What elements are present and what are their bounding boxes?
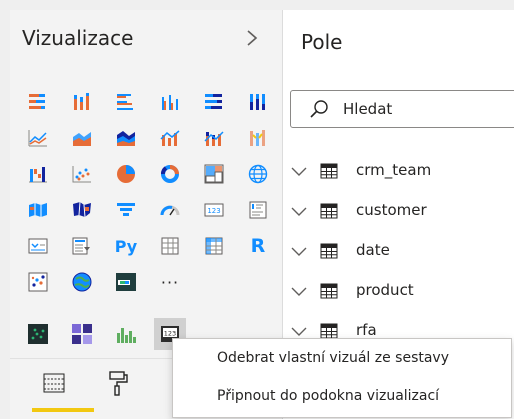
svg-text:123: 123: [207, 207, 220, 215]
more-visuals-icon[interactable]: ···: [156, 268, 184, 296]
custom-heatmap-icon[interactable]: [68, 320, 96, 348]
active-tab-indicator: [32, 408, 94, 412]
format-tab-icon[interactable]: [104, 368, 130, 398]
gauge-icon[interactable]: [156, 196, 184, 224]
custom-visual-icon[interactable]: [112, 268, 140, 296]
chevron-down-icon[interactable]: [290, 205, 308, 217]
table-icon: [320, 163, 338, 179]
treemap-icon[interactable]: [200, 160, 228, 188]
table-name: product: [356, 281, 414, 299]
fields-title: Pole: [301, 30, 343, 54]
search-input[interactable]: Hledat: [290, 90, 514, 128]
card-icon[interactable]: 123: [200, 196, 228, 224]
clustered-bar-icon[interactable]: [112, 88, 140, 116]
table-icon: [320, 203, 338, 219]
shape-map-icon[interactable]: [68, 196, 96, 224]
clustered-column-icon[interactable]: [156, 88, 184, 116]
table-icon: [320, 243, 338, 259]
table-name: date: [356, 241, 390, 259]
chevron-down-icon[interactable]: [290, 325, 308, 337]
table-name: rfa: [356, 321, 377, 339]
line-clustered-column-icon[interactable]: [156, 124, 184, 152]
line-chart-icon[interactable]: [24, 124, 52, 152]
custom-bar-icon[interactable]: [112, 320, 140, 348]
python-label: Py: [114, 236, 138, 256]
chevron-down-icon[interactable]: [290, 245, 308, 257]
context-menu: Odebrat vlastní vizuál ze sestavy Připno…: [172, 338, 512, 418]
arcgis-map-icon[interactable]: [68, 268, 96, 296]
kpi-icon[interactable]: [24, 232, 52, 260]
menu-item-label: Odebrat vlastní vizuál ze sestavy: [217, 350, 449, 366]
multi-row-card-icon[interactable]: [244, 196, 272, 224]
table-icon[interactable]: [156, 232, 184, 260]
donut-chart-icon[interactable]: [156, 160, 184, 188]
ribbon-chart-icon[interactable]: [244, 124, 272, 152]
search-icon: [309, 99, 329, 119]
line-stacked-column-icon[interactable]: [200, 124, 228, 152]
pin-to-visualizations-menu-item[interactable]: Připnout do podokna vizualizací: [173, 379, 511, 417]
slicer-icon[interactable]: [68, 232, 96, 260]
table-name: crm_team: [356, 161, 432, 179]
table-row[interactable]: date: [290, 236, 514, 268]
fields-tab-icon[interactable]: [40, 368, 68, 398]
table-icon: [320, 283, 338, 299]
menu-item-label: Připnout do podokna vizualizací: [217, 388, 440, 404]
table-name: customer: [356, 201, 427, 219]
chevron-down-icon[interactable]: [290, 285, 308, 297]
table-row[interactable]: product: [290, 276, 514, 308]
waterfall-icon[interactable]: [24, 160, 52, 188]
matrix-icon[interactable]: [200, 232, 228, 260]
table-row[interactable]: customer: [290, 196, 514, 228]
map-icon[interactable]: [244, 160, 272, 188]
scatter-icon[interactable]: [68, 160, 96, 188]
custom-scatter-icon[interactable]: [24, 320, 52, 348]
100-stacked-bar-icon[interactable]: [200, 88, 228, 116]
key-influencers-icon[interactable]: [24, 268, 52, 296]
chevron-down-icon[interactable]: [290, 165, 308, 177]
python-visual-icon[interactable]: Py: [112, 232, 140, 260]
100-stacked-column-icon[interactable]: [244, 88, 272, 116]
chevron-right-icon[interactable]: [245, 28, 259, 53]
remove-custom-visual-menu-item[interactable]: Odebrat vlastní vizuál ze sestavy: [173, 341, 511, 379]
pie-chart-icon[interactable]: [112, 160, 140, 188]
stacked-bar-icon[interactable]: [24, 88, 52, 116]
window-edge-left: [0, 0, 10, 419]
custom-card-label: 123: [164, 330, 176, 338]
table-row[interactable]: crm_team: [290, 156, 514, 188]
area-chart-icon[interactable]: [68, 124, 96, 152]
visualizations-title: Vizualizace: [22, 26, 134, 50]
r-visual-icon[interactable]: R: [244, 232, 272, 260]
funnel-icon[interactable]: [112, 196, 140, 224]
window-edge-top: [0, 0, 514, 10]
search-placeholder: Hledat: [343, 100, 393, 118]
r-label: R: [250, 235, 266, 257]
filled-map-icon[interactable]: [24, 196, 52, 224]
table-icon: [320, 323, 338, 339]
stacked-column-icon[interactable]: [68, 88, 96, 116]
more-label: ···: [160, 272, 180, 292]
stacked-area-icon[interactable]: [112, 124, 140, 152]
